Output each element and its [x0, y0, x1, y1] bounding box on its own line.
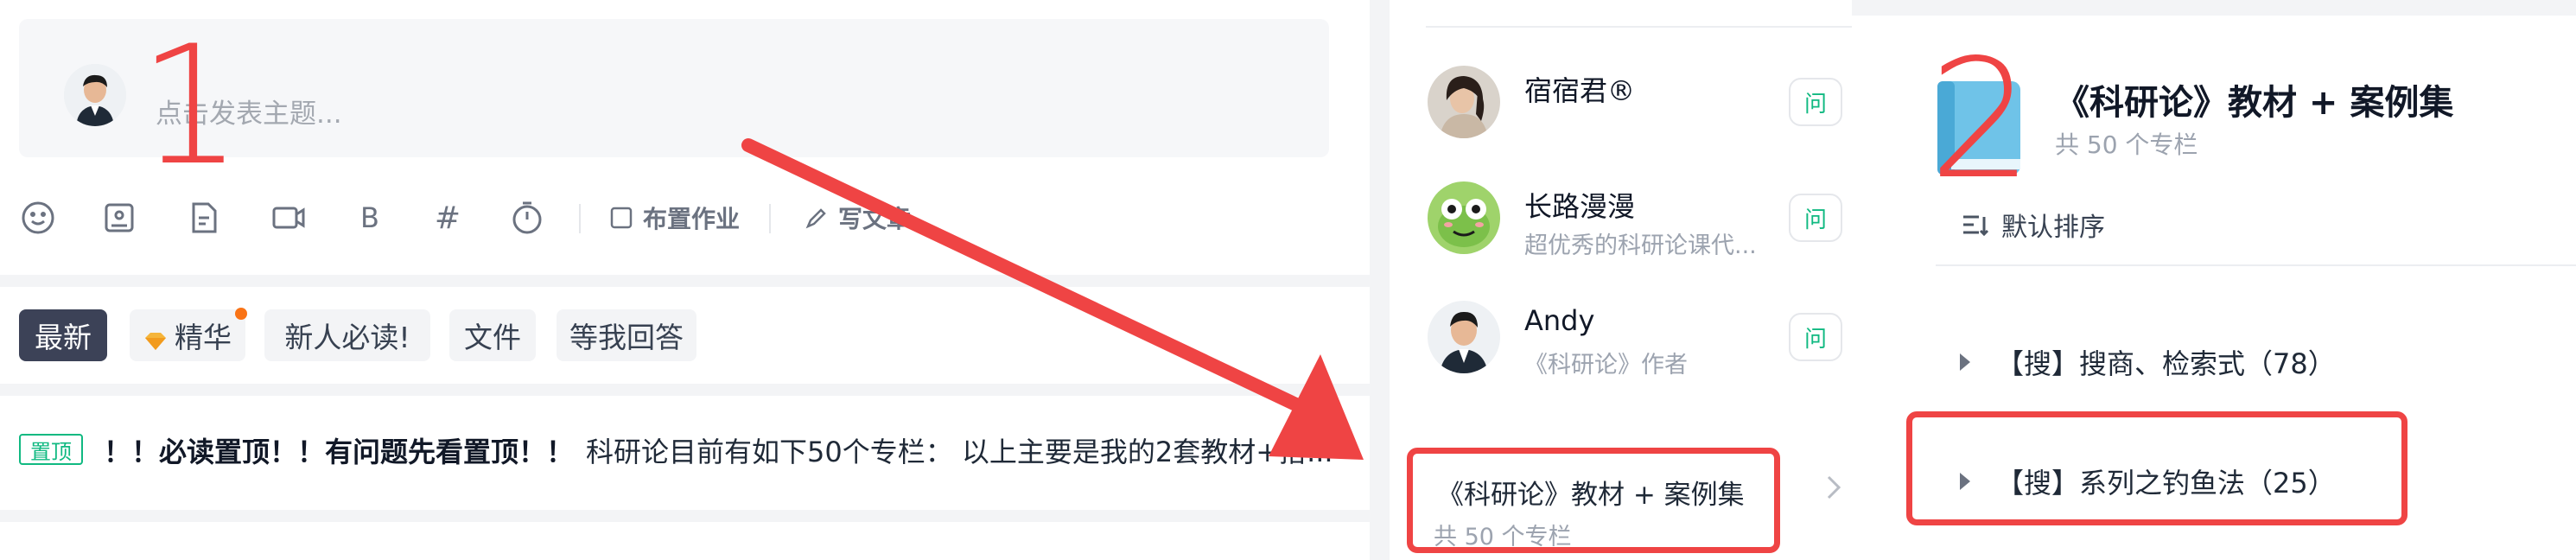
column-link-count: 共 50 个专栏 — [1434, 524, 1572, 550]
annotation-number-2: 2 — [1929, 24, 2033, 215]
divider — [1936, 264, 2576, 266]
user-name: Andy — [1524, 304, 1595, 337]
image-icon[interactable] — [97, 192, 142, 244]
tab-label: 文件 — [464, 321, 521, 354]
tab-label: 最新 — [35, 321, 92, 354]
avatar — [1428, 301, 1500, 373]
expand-triangle-icon[interactable] — [1960, 353, 1970, 371]
user-row[interactable]: 宿宿君® 问 — [1428, 66, 1842, 162]
pinned-post-excerpt[interactable]: 科研论目前有如下50个专栏： 以上主要是我的2套教材+搭... — [586, 430, 1333, 470]
pen-icon — [805, 208, 826, 229]
document-icon[interactable] — [181, 192, 226, 244]
tab-awaiting-my-answer[interactable]: 等我回答 — [557, 309, 696, 361]
gem-icon — [143, 325, 168, 350]
ask-question-button[interactable]: 问 — [1789, 78, 1842, 126]
video-icon[interactable] — [266, 192, 311, 244]
user-row[interactable]: 长路漫漫 超优秀的科研论课代... 问 — [1428, 181, 1842, 278]
column-link-highlighted[interactable]: 《科研论》教材 + 案例集 共 50 个专栏 — [1407, 448, 1780, 553]
sort-icon — [1963, 215, 1989, 237]
sort-label: 默认排序 — [2001, 213, 2105, 243]
toolbar-divider — [769, 204, 771, 233]
svg-text:B: B — [360, 201, 379, 234]
user-name: 宿宿君® — [1524, 74, 1636, 107]
tab-latest[interactable]: 最新 — [19, 309, 107, 361]
divider — [1426, 26, 1852, 28]
column-title: 《科研论》教材 + 案例集 — [2055, 83, 2454, 123]
tab-label: 新人必读! — [284, 321, 410, 354]
new-indicator-dot — [235, 308, 247, 320]
assign-homework-button[interactable]: 布置作业 — [608, 199, 740, 237]
user-row[interactable]: Andy 《科研论》作者 问 — [1428, 301, 1842, 398]
user-description: 《科研论》作者 — [1524, 352, 1688, 379]
user-description: 超优秀的科研论课代... — [1524, 232, 1757, 259]
svg-text:#: # — [435, 200, 461, 236]
tab-label: 等我回答 — [569, 321, 684, 354]
avatar — [1428, 66, 1500, 138]
tree-item-label: 【搜】搜商、检索式（78） — [1996, 347, 2336, 380]
ask-question-button[interactable]: 问 — [1789, 194, 1842, 242]
tab-label: 精华 — [175, 321, 232, 354]
next-post-card — [0, 522, 1370, 560]
column-tree-item[interactable]: 【搜】搜商、检索式（78） — [1960, 342, 2336, 382]
checkbox-icon — [610, 207, 633, 229]
tab-featured[interactable]: 精华 — [130, 308, 247, 361]
tab-files[interactable]: 文件 — [449, 309, 536, 361]
avatar — [64, 64, 126, 126]
pinned-badge: 置顶 — [19, 434, 83, 465]
ask-question-button[interactable]: 问 — [1789, 313, 1842, 361]
sort-selector[interactable]: 默认排序 — [1960, 206, 2105, 244]
assign-homework-label: 布置作业 — [643, 205, 741, 233]
highlight-box — [1906, 411, 2407, 525]
hashtag-icon[interactable]: # — [425, 192, 470, 244]
column-count: 共 50 个专栏 — [2055, 130, 2198, 159]
composer-toolbar: B # 布置作业 写文章 — [16, 192, 1312, 244]
annotation-number-1: 1 — [138, 10, 243, 201]
write-article-button[interactable]: 写文章 — [804, 199, 911, 237]
emoji-icon[interactable] — [16, 192, 60, 244]
tab-newcomer-must-read[interactable]: 新人必读! — [264, 309, 430, 361]
avatar — [1428, 181, 1500, 254]
write-article-label: 写文章 — [838, 205, 912, 233]
pinned-post-title[interactable]: ！！必读置顶！！有问题先看置顶！！ — [104, 430, 574, 470]
user-name: 长路漫漫 — [1524, 190, 1636, 223]
column-link-title: 《科研论》教材 + 案例集 — [1437, 480, 1745, 511]
toolbar-divider — [579, 204, 581, 233]
timer-icon[interactable] — [505, 192, 550, 244]
bold-icon[interactable]: B — [347, 192, 392, 244]
chevron-right-icon[interactable] — [1822, 470, 1848, 505]
